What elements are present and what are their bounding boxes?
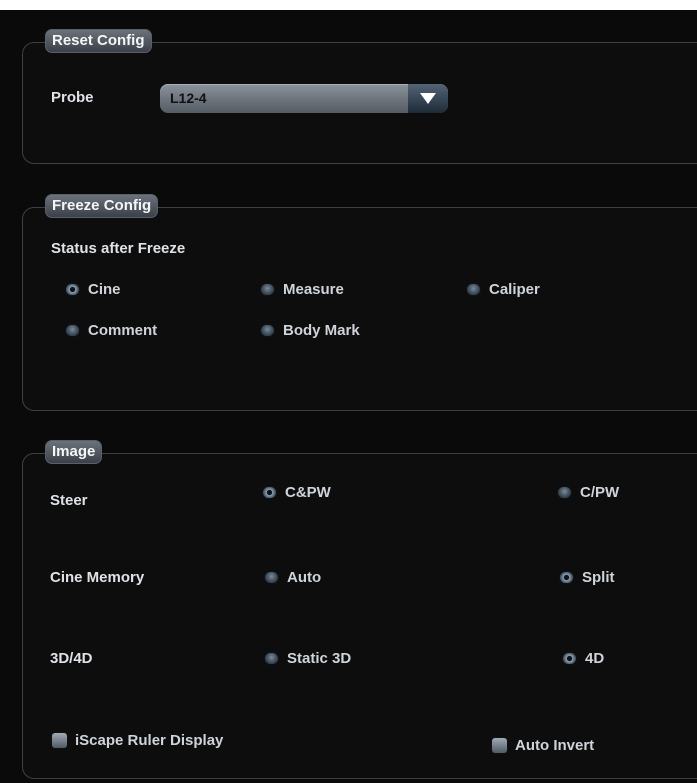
radio-body-mark-label: Body Mark [283, 322, 360, 339]
steer-label: Steer [50, 492, 88, 509]
radio-measure-label: Measure [283, 281, 344, 298]
radio-cine-memory-auto[interactable]: Auto [265, 569, 321, 586]
radio-4d-label: 4D [585, 650, 605, 667]
radio-steer-c-pw-separate-label: C/PW [580, 484, 620, 501]
radio-static-3d[interactable]: Static 3D [265, 650, 351, 667]
radio-static-3d-label: Static 3D [287, 650, 352, 667]
radio-icon [261, 325, 274, 336]
probe-label: Probe [51, 89, 94, 106]
probe-select-value: L12-4 [170, 90, 207, 106]
chevron-down-icon [420, 93, 436, 104]
radio-body-mark[interactable]: Body Mark [261, 322, 360, 339]
radio-icon [66, 325, 79, 336]
radio-cine-label: Cine [88, 281, 121, 298]
image-group: Image [22, 440, 697, 779]
radio-selected-icon [66, 284, 79, 295]
radio-measure[interactable]: Measure [261, 281, 344, 298]
radio-icon [558, 487, 571, 498]
radio-selected-icon [560, 572, 573, 583]
radio-caliper[interactable]: Caliper [467, 281, 540, 298]
radio-steer-c-pw-combined-label: C&PW [285, 484, 331, 501]
radio-selected-icon [563, 653, 576, 664]
radio-4d[interactable]: 4D [563, 650, 604, 667]
image-legend: Image [45, 440, 103, 464]
checkbox-icon [52, 733, 67, 748]
auto-invert-label: Auto Invert [515, 737, 595, 754]
freeze-config-legend: Freeze Config [45, 194, 159, 218]
3d-4d-label: 3D/4D [50, 650, 93, 667]
iscape-ruler-display-label: iScape Ruler Display [75, 732, 224, 749]
auto-invert-checkbox[interactable]: Auto Invert [492, 737, 594, 754]
iscape-ruler-display-checkbox[interactable]: iScape Ruler Display [52, 732, 223, 749]
radio-caliper-label: Caliper [489, 281, 540, 298]
reset-config-legend: Reset Config [45, 29, 152, 53]
radio-icon [265, 572, 278, 583]
radio-cine-memory-auto-label: Auto [287, 569, 322, 586]
freeze-config-group: Freeze Config Status after Freeze [22, 194, 697, 411]
radio-steer-c-pw-separate[interactable]: C/PW [558, 484, 619, 501]
top-edge [0, 0, 697, 10]
radio-comment[interactable]: Comment [66, 322, 157, 339]
radio-cine-memory-split[interactable]: Split [560, 569, 615, 586]
probe-dropdown-button[interactable] [408, 84, 448, 113]
radio-icon [261, 284, 274, 295]
status-after-freeze-label: Status after Freeze [51, 240, 186, 257]
radio-icon [265, 653, 278, 664]
radio-cine-memory-split-label: Split [582, 569, 615, 586]
radio-selected-icon [263, 487, 276, 498]
cine-memory-label: Cine Memory [50, 569, 145, 586]
radio-cine[interactable]: Cine [66, 281, 121, 298]
probe-select[interactable]: L12-4 [160, 84, 448, 113]
checkbox-icon [492, 738, 507, 753]
radio-steer-c-pw-combined[interactable]: C&PW [263, 484, 331, 501]
radio-icon [467, 284, 480, 295]
radio-comment-label: Comment [88, 322, 158, 339]
